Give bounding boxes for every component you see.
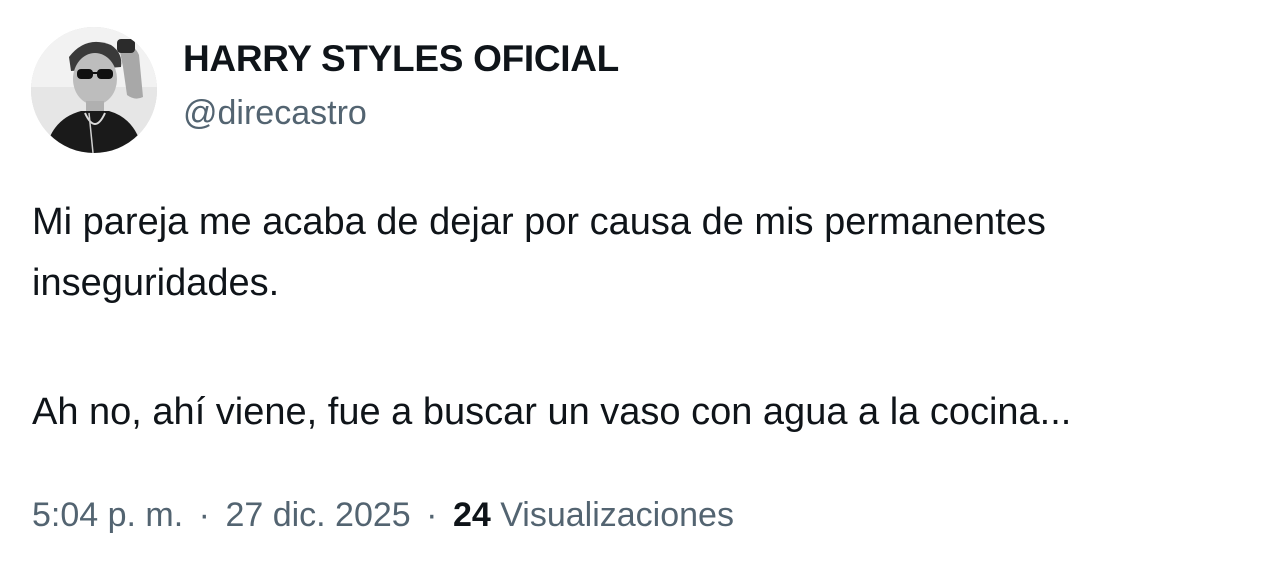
separator-dot: · xyxy=(198,496,210,534)
tweet-text-line: inseguridades. xyxy=(32,262,280,304)
profile-photo-icon xyxy=(31,27,157,153)
views-label: Visualizaciones xyxy=(500,496,734,534)
tweet-time[interactable]: 5:04 p. m. xyxy=(32,496,183,534)
views-count: 24 xyxy=(452,496,491,534)
tweet-text-line: Mi pareja me acaba de dejar por causa de… xyxy=(32,201,1046,243)
tweet-date[interactable]: 27 dic. 2025 xyxy=(225,496,410,534)
author-display-name[interactable]: HARRY STYLES OFICIAL xyxy=(183,38,619,80)
separator-dot: · xyxy=(426,496,438,534)
tweet: HARRY STYLES OFICIAL @direcastro Mi pare… xyxy=(0,0,1280,576)
avatar[interactable] xyxy=(31,27,157,153)
tweet-metadata: 5:04 p. m. · 27 dic. 2025 · 24 Visualiza… xyxy=(32,496,734,535)
tweet-text-line: Ah no, ahí viene, fue a buscar un vaso c… xyxy=(32,391,1072,433)
author-handle[interactable]: @direcastro xyxy=(183,94,367,133)
